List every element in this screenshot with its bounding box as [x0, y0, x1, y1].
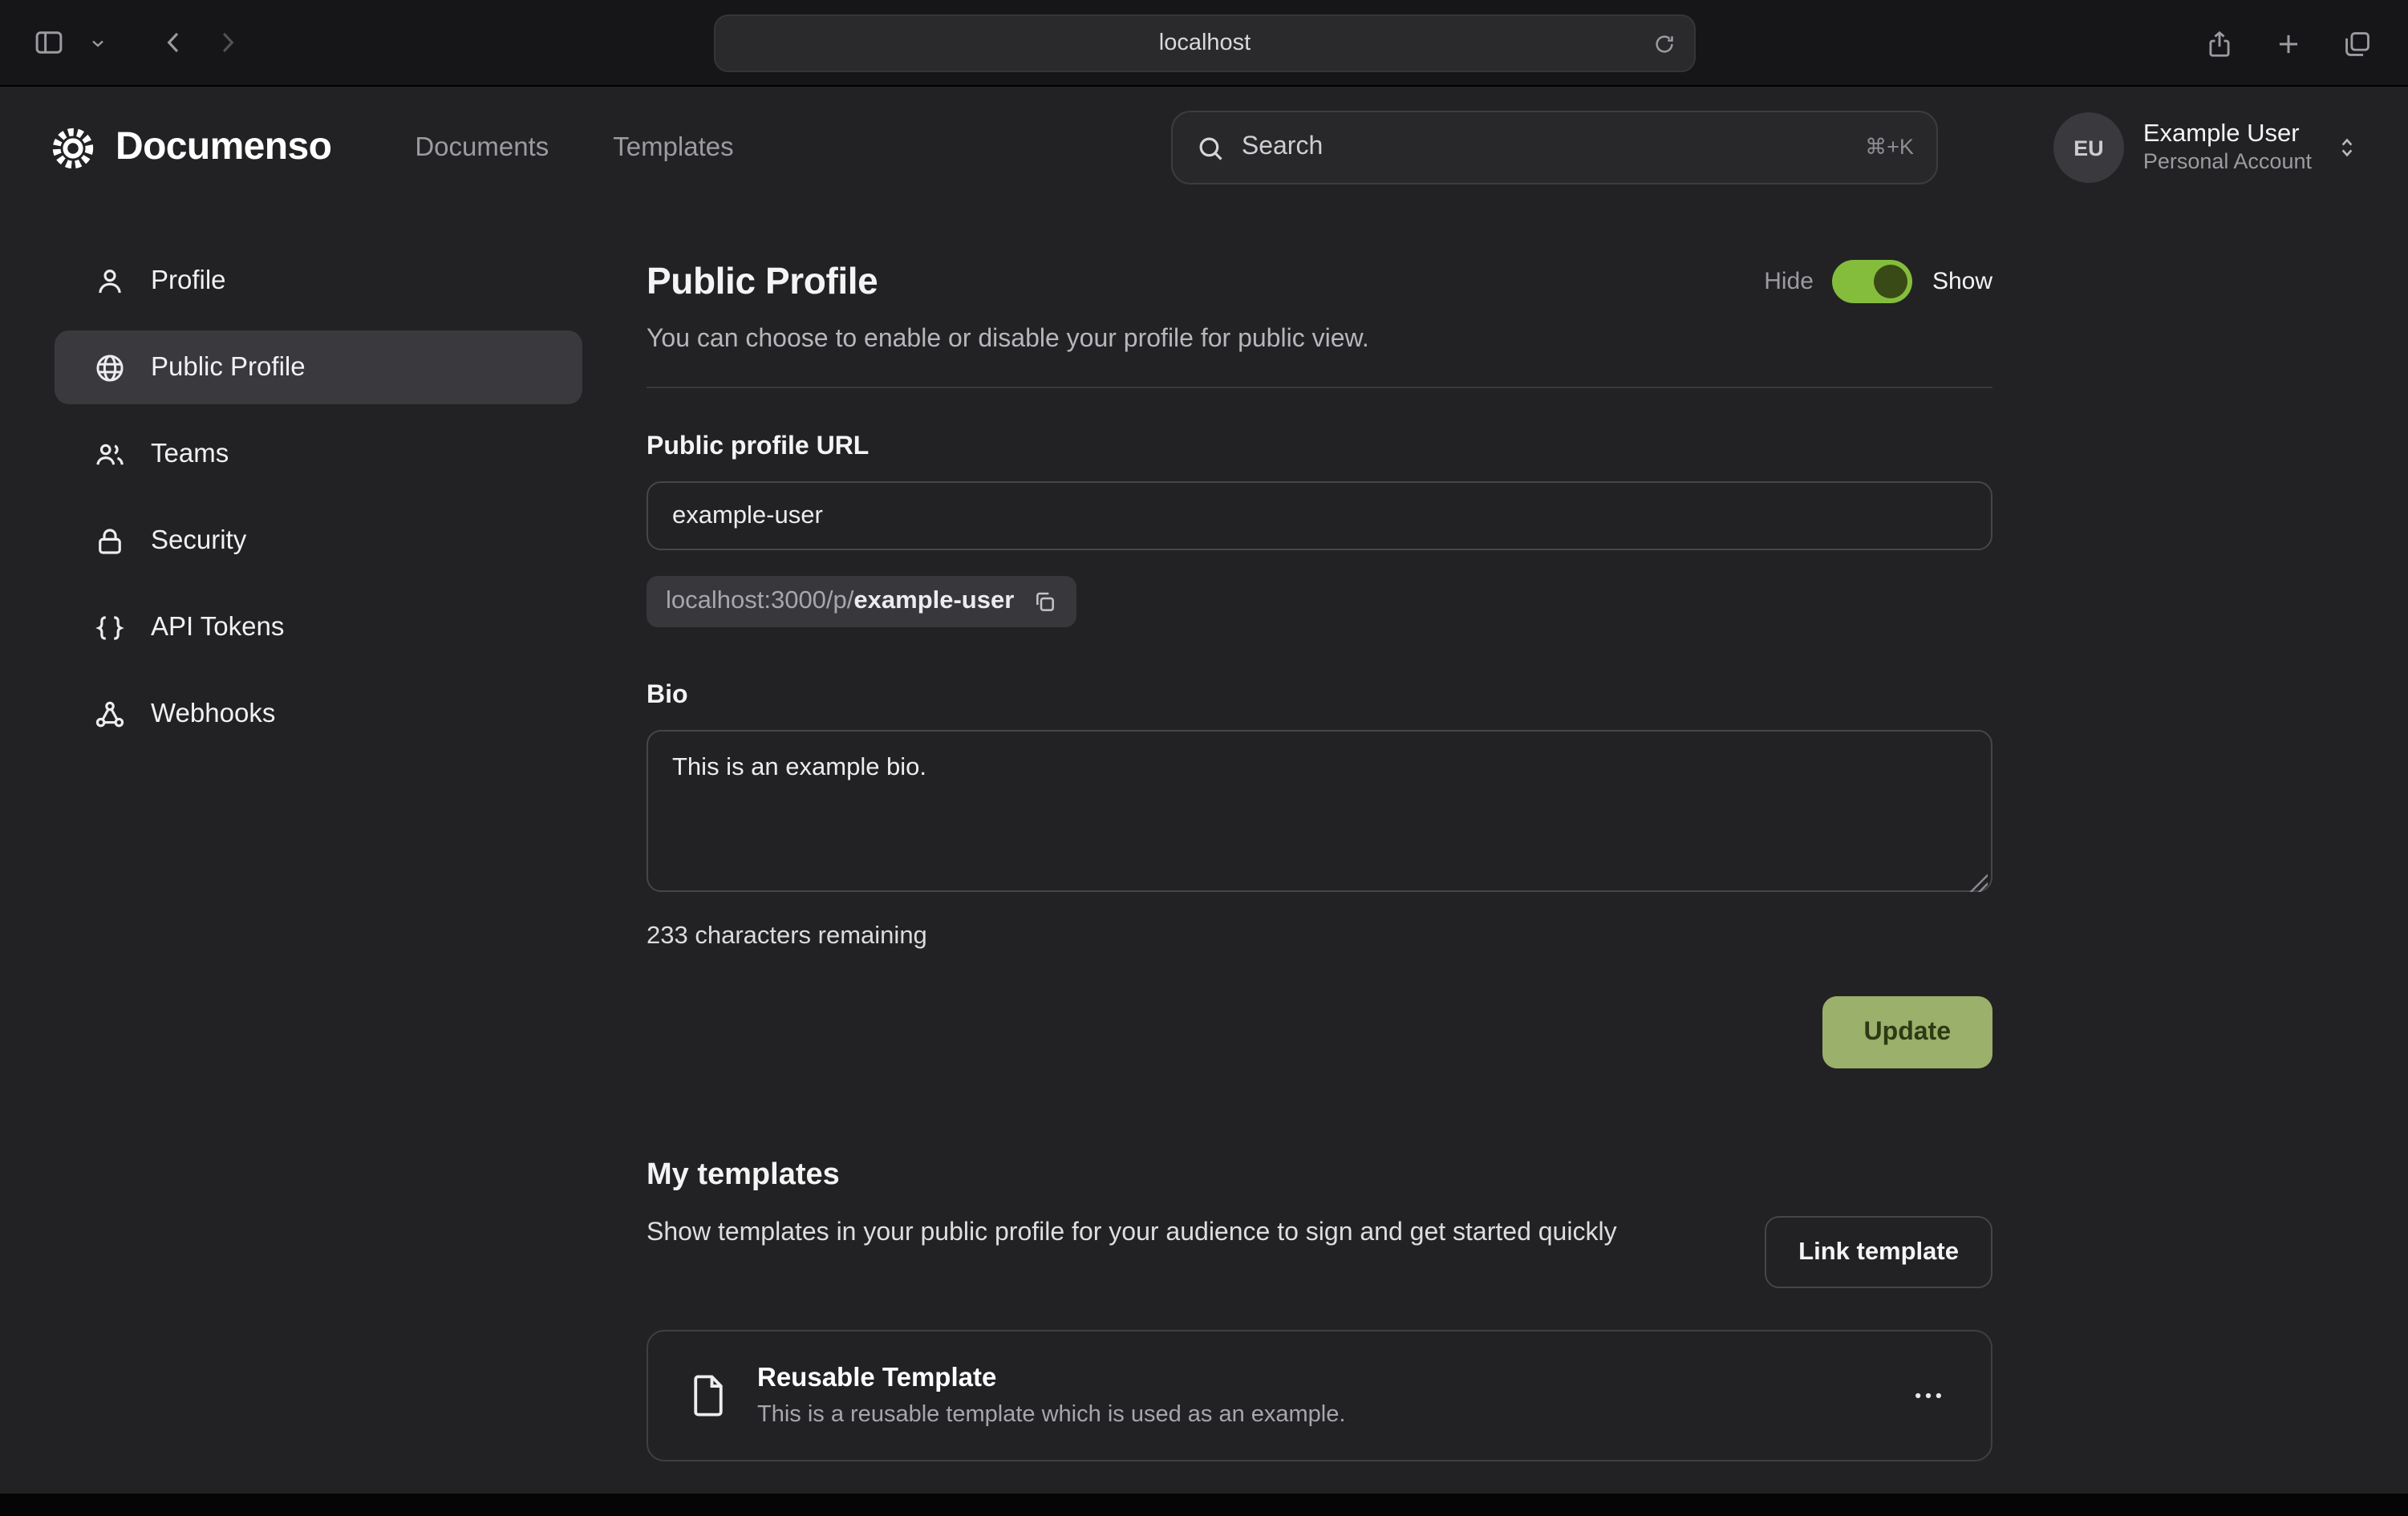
app-header: Documenso Documents Templates ⌘+K EU Exa… [0, 87, 2408, 209]
divider [647, 387, 1992, 388]
new-tab-icon[interactable] [2267, 22, 2310, 65]
brand[interactable]: Documenso [48, 123, 331, 172]
public-profile-panel: Public Profile Hide Show You can choose … [647, 244, 1992, 1461]
search-shortcut: ⌘+K [1865, 135, 1914, 160]
user-menu[interactable]: EU Example User Personal Account [2053, 112, 2360, 183]
bio-textarea[interactable]: This is an example bio. [647, 730, 1992, 892]
sidebar-item-teams[interactable]: Teams [55, 417, 582, 491]
chevron-down-icon[interactable] [82, 26, 114, 59]
sidebar-item-label: Public Profile [151, 352, 306, 383]
braces-icon [93, 610, 127, 644]
characters-remaining: 233 characters remaining [647, 922, 1992, 951]
user-name: Example User [2143, 119, 2312, 150]
sidebar-item-webhooks[interactable]: Webhooks [55, 677, 582, 751]
settings-nav: Profile Public Profile Teams Security [55, 244, 582, 1461]
profile-visibility-toggle[interactable] [1833, 260, 1913, 303]
sidebar-item-public-profile[interactable]: Public Profile [55, 330, 582, 404]
chevron-up-down-icon [2334, 135, 2360, 160]
back-icon[interactable] [152, 21, 196, 64]
sidebar-toggle-icon[interactable] [26, 19, 72, 66]
sidebar-item-label: Webhooks [151, 699, 275, 729]
update-button[interactable]: Update [1822, 996, 1992, 1068]
my-templates-section: My templates Show templates in your publ… [647, 1158, 1992, 1461]
toggle-knob [1875, 265, 1908, 298]
sidebar-item-label: API Tokens [151, 612, 284, 642]
profile-url-preview[interactable]: localhost:3000/p/example-user [647, 576, 1076, 627]
search-icon [1195, 132, 1226, 163]
browser-window: localhost Documenso Documents [0, 0, 2408, 1516]
share-icon[interactable] [2198, 22, 2241, 65]
globe-icon [93, 351, 127, 384]
copy-icon[interactable] [1032, 589, 1057, 614]
profile-url-slug: example-user [853, 587, 1014, 614]
my-templates-title: My templates [647, 1158, 1992, 1194]
template-title: Reusable Template [757, 1364, 1904, 1394]
sidebar-item-label: Profile [151, 266, 226, 296]
link-template-button[interactable]: Link template [1765, 1216, 1992, 1288]
my-templates-description: Show templates in your public profile fo… [647, 1213, 1617, 1254]
public-profile-url-input[interactable] [647, 481, 1992, 550]
content: Profile Public Profile Teams Security [0, 209, 2408, 1461]
search-bar[interactable]: ⌘+K [1171, 111, 1938, 184]
nav-templates[interactable]: Templates [613, 132, 733, 163]
toggle-show-label: Show [1932, 268, 1992, 295]
search-input[interactable] [1242, 133, 1849, 162]
profile-url-text: localhost:3000/p/example-user [666, 587, 1014, 616]
address-bar-url: localhost [1159, 30, 1251, 56]
page-title: Public Profile [647, 260, 878, 303]
main-nav: Documents Templates [415, 132, 733, 163]
template-description: This is a reusable template which is use… [757, 1402, 1904, 1428]
sidebar-item-api-tokens[interactable]: API Tokens [55, 590, 582, 664]
brand-name: Documenso [116, 125, 331, 170]
page-bottom-gap [0, 1494, 2408, 1516]
person-icon [93, 264, 127, 298]
user-account-type: Personal Account [2143, 150, 2312, 177]
file-icon [687, 1372, 730, 1420]
people-icon [93, 437, 127, 471]
webhook-icon [93, 697, 127, 731]
bio-field-label: Bio [647, 682, 1992, 711]
refresh-icon[interactable] [1649, 29, 1680, 59]
template-card: Reusable Template This is a reusable tem… [647, 1330, 1992, 1461]
section-description: You can choose to enable or disable your… [647, 326, 1992, 355]
avatar: EU [2053, 112, 2124, 183]
url-field-label: Public profile URL [647, 433, 1992, 462]
tab-overview-icon[interactable] [2336, 22, 2379, 65]
lock-icon [93, 524, 127, 557]
address-bar[interactable]: localhost [714, 14, 1696, 72]
sidebar-item-label: Teams [151, 439, 229, 469]
more-options-icon[interactable] [1904, 1372, 1952, 1420]
sidebar-item-profile[interactable]: Profile [55, 244, 582, 318]
sidebar-item-security[interactable]: Security [55, 504, 582, 578]
browser-toolbar: localhost [0, 0, 2408, 87]
toggle-hide-label: Hide [1764, 268, 1814, 295]
profile-visibility-control: Hide Show [1764, 260, 1992, 303]
forward-icon[interactable] [205, 21, 249, 64]
resize-handle[interactable] [1970, 874, 1988, 892]
nav-documents[interactable]: Documents [415, 132, 549, 163]
documenso-logo-icon [48, 123, 98, 172]
sidebar-item-label: Security [151, 525, 246, 556]
